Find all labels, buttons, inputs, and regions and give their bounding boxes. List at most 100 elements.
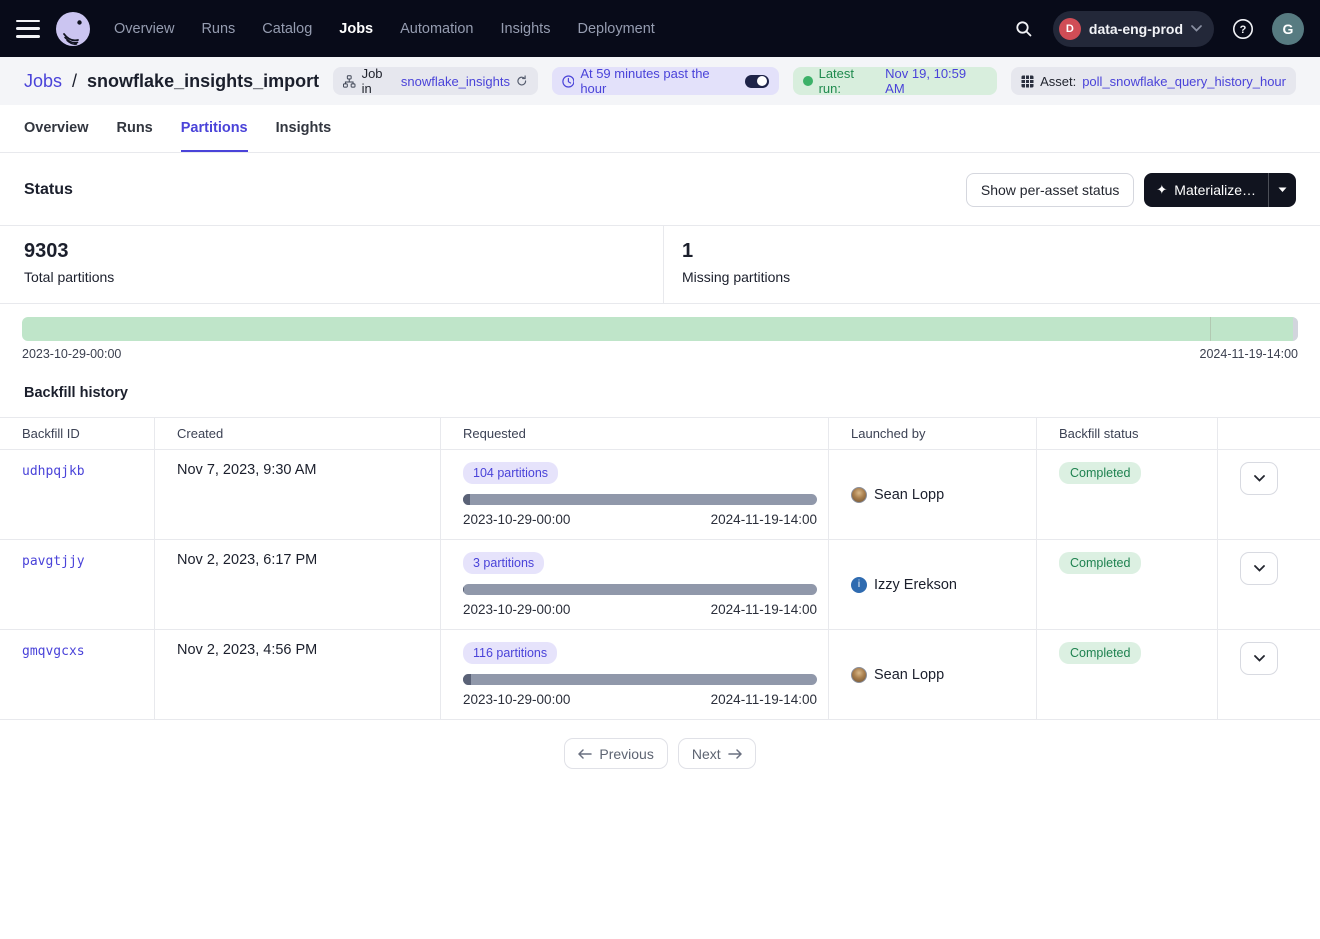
breadcrumb-jobs-link[interactable]: Jobs <box>24 71 62 92</box>
nav-right: D data-eng-prod ? G <box>1007 11 1304 47</box>
nav-item-overview[interactable]: Overview <box>114 21 174 37</box>
chevron-down-icon <box>1254 655 1265 662</box>
nav-item-runs[interactable]: Runs <box>201 21 235 37</box>
backfill-id-link[interactable]: gmqvgcxs <box>22 644 85 659</box>
partitions-count-pill[interactable]: 104 partitions <box>463 462 558 484</box>
nav-item-jobs[interactable]: Jobs <box>339 21 373 37</box>
user-avatar[interactable]: G <box>1272 13 1304 45</box>
chevron-down-icon <box>1254 565 1265 572</box>
nav-item-insights[interactable]: Insights <box>500 21 550 37</box>
workspace-name: data-eng-prod <box>1089 21 1183 37</box>
backfill-range-bar <box>463 584 817 595</box>
created-cell: Nov 2, 2023, 4:56 PM <box>155 630 441 719</box>
arrow-left-icon <box>578 749 592 759</box>
tab-insights[interactable]: Insights <box>276 108 332 152</box>
table-row: udhpqjkb Nov 7, 2023, 9:30 AM 104 partit… <box>0 450 1320 540</box>
nav-item-deployment[interactable]: Deployment <box>577 21 654 37</box>
col-created: Created <box>155 418 441 449</box>
chevron-down-icon <box>1254 475 1265 482</box>
missing-partitions-cell: 1 Missing partitions <box>663 226 1320 303</box>
materialize-button[interactable]: ✦ Materialize… <box>1144 182 1268 198</box>
backfill-range-fill <box>463 494 470 505</box>
chevron-down-icon <box>1191 25 1202 32</box>
partition-range-labels: 2023-10-29-00:00 2024-11-19-14:00 <box>22 341 1298 361</box>
workspace-selector[interactable]: D data-eng-prod <box>1053 11 1214 47</box>
caret-down-icon <box>1278 187 1287 193</box>
pagination: Previous Next <box>0 720 1320 787</box>
backfill-id-link[interactable]: udhpqjkb <box>22 464 85 479</box>
dagster-logo-icon[interactable] <box>54 10 92 48</box>
partition-status-bar-section: 2023-10-29-00:00 2024-11-19-14:00 <box>0 304 1320 361</box>
workspace-badge: D <box>1059 18 1081 40</box>
breadcrumb-separator: / <box>72 71 77 92</box>
backfill-history-title: Backfill history <box>0 361 1320 417</box>
backfill-status-badge: Completed <box>1059 462 1141 484</box>
partition-status-bar[interactable] <box>22 317 1298 341</box>
backfill-range-end: 2024-11-19-14:00 <box>711 692 817 707</box>
refresh-icon[interactable] <box>516 75 528 87</box>
row-actions-button[interactable] <box>1240 642 1278 675</box>
clock-icon <box>562 75 575 88</box>
backfill-status-badge: Completed <box>1059 642 1141 664</box>
page-title: snowflake_insights_import <box>87 71 319 92</box>
job-location-link[interactable]: snowflake_insights <box>401 74 510 89</box>
schedule-toggle[interactable] <box>745 75 769 88</box>
run-status-dot <box>803 76 813 86</box>
requested-cell: 116 partitions 2023-10-29-00:00 2024-11-… <box>441 630 829 719</box>
user-initial-avatar: i <box>851 577 867 593</box>
col-requested: Requested <box>441 418 829 449</box>
backfill-id-link[interactable]: pavgtjjy <box>22 554 85 569</box>
asset-prefix: Asset: <box>1040 74 1076 89</box>
status-title: Status <box>24 181 73 199</box>
launched-by-name: Sean Lopp <box>874 667 944 683</box>
tab-partitions[interactable]: Partitions <box>181 108 248 152</box>
next-page-button[interactable]: Next <box>678 738 756 769</box>
partitions-count-pill[interactable]: 3 partitions <box>463 552 544 574</box>
tab-runs[interactable]: Runs <box>117 108 153 152</box>
materialize-button-group: ✦ Materialize… <box>1144 173 1296 207</box>
backfill-range-fill <box>463 674 471 685</box>
materialize-dropdown-button[interactable] <box>1268 173 1296 207</box>
menu-icon[interactable] <box>16 20 40 38</box>
backfill-range-bar <box>463 674 817 685</box>
tab-overview[interactable]: Overview <box>24 108 89 152</box>
schedule-label: At 59 minutes past the hour <box>580 66 737 96</box>
workflow-icon <box>343 75 355 88</box>
col-backfill-status: Backfill status <box>1037 418 1218 449</box>
job-location-prefix: Job in <box>362 66 395 96</box>
created-cell: Nov 2, 2023, 6:17 PM <box>155 540 441 629</box>
svg-text:?: ? <box>1240 24 1247 36</box>
partitions-count-pill[interactable]: 116 partitions <box>463 642 557 664</box>
sparkle-icon: ✦ <box>1156 182 1167 198</box>
asset-badge: Asset: poll_snowflake_query_history_hour <box>1011 67 1296 95</box>
missing-partition-segment <box>1293 317 1298 341</box>
previous-page-button[interactable]: Previous <box>564 738 667 769</box>
row-actions-button[interactable] <box>1240 552 1278 585</box>
nav-item-catalog[interactable]: Catalog <box>262 21 312 37</box>
backfill-history-table: Backfill ID Created Requested Launched b… <box>0 417 1320 720</box>
range-start-label: 2023-10-29-00:00 <box>22 347 121 361</box>
backfill-range-bar <box>463 494 817 505</box>
missing-partitions-value: 1 <box>682 240 1296 263</box>
search-icon[interactable] <box>1007 12 1041 46</box>
nav-item-automation[interactable]: Automation <box>400 21 473 37</box>
nav-links: Overview Runs Catalog Jobs Automation In… <box>114 21 655 37</box>
range-end-label: 2024-11-19-14:00 <box>1200 347 1298 361</box>
table-row: pavgtjjy Nov 2, 2023, 6:17 PM 3 partitio… <box>0 540 1320 630</box>
col-launched-by: Launched by <box>829 418 1037 449</box>
backfill-range-start: 2023-10-29-00:00 <box>463 512 570 527</box>
job-location-badge: Job in snowflake_insights <box>333 67 537 95</box>
total-partitions-value: 9303 <box>24 240 639 263</box>
show-per-asset-status-button[interactable]: Show per-asset status <box>966 173 1135 207</box>
launched-by-cell: Sean Lopp <box>829 630 1037 719</box>
latest-run-link[interactable]: Nov 19, 10:59 AM <box>885 66 987 96</box>
status-actions: Show per-asset status ✦ Materialize… <box>966 173 1296 207</box>
table-header: Backfill ID Created Requested Launched b… <box>0 417 1320 450</box>
backfill-range-start: 2023-10-29-00:00 <box>463 692 570 707</box>
help-icon[interactable]: ? <box>1226 12 1260 46</box>
row-actions-button[interactable] <box>1240 462 1278 495</box>
asset-link[interactable]: poll_snowflake_query_history_hour <box>1082 74 1286 89</box>
user-photo-avatar <box>851 667 867 683</box>
backfill-range-end: 2024-11-19-14:00 <box>711 512 817 527</box>
asset-grid-icon <box>1021 75 1034 88</box>
